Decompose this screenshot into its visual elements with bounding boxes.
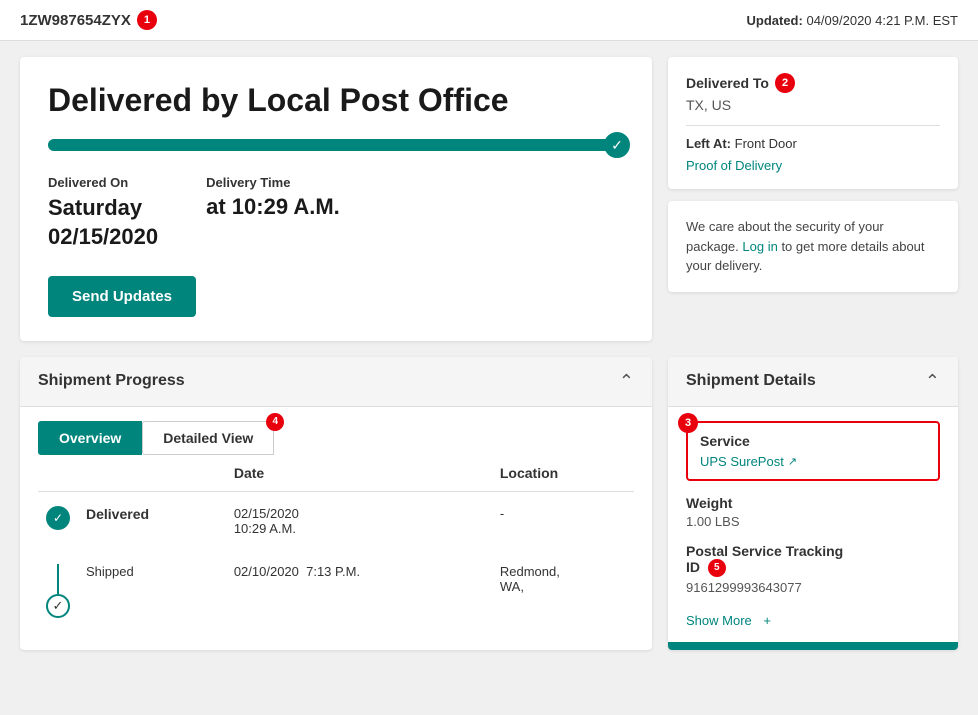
delivered-on-label: Delivered On — [48, 175, 158, 190]
collapse-details-icon[interactable]: ⌃ — [925, 371, 940, 392]
bottom-section: Shipment Progress ⌃ Overview Detailed Vi… — [0, 357, 978, 666]
external-link-icon: ↗ — [788, 455, 797, 468]
service-link[interactable]: UPS SurePost ↗ — [700, 454, 797, 469]
shipped-location: Redmond,WA, — [492, 550, 634, 632]
status-delivered: Delivered — [78, 491, 226, 550]
bottom-teal-bar — [668, 642, 958, 650]
col-status — [78, 455, 226, 492]
shipment-details-title: Shipment Details — [686, 372, 816, 390]
col-date: Date — [226, 455, 492, 492]
delivered-date: 02/15/202010:29 A.M. — [226, 491, 492, 550]
shipped-date: 02/10/2020 7:13 P.M. — [226, 550, 492, 632]
show-more-text: Show More — [686, 613, 752, 628]
tab-overview[interactable]: Overview — [38, 421, 142, 455]
weight-value: 1.00 LBS — [686, 514, 940, 529]
badge-5: 5 — [708, 559, 726, 577]
left-at-text: Left At: Front Door — [686, 136, 940, 151]
delivery-info-row: Delivered On Saturday02/15/2020 Delivery… — [48, 175, 624, 251]
delivered-to-card: Delivered To 2 TX, US Left At: Front Doo… — [668, 57, 958, 189]
step-icon-cell: ✓ — [38, 491, 78, 550]
delivery-time-label: Delivery Time — [206, 175, 340, 190]
postal-label-id: ID — [686, 559, 700, 575]
tab-detailed-view[interactable]: Detailed View — [142, 421, 274, 455]
postal-value: 9161299993643077 — [686, 580, 940, 595]
table-row: ✓ Delivered 02/15/202010:29 A.M. - — [38, 491, 634, 550]
updated-label: Updated: — [747, 13, 803, 28]
delivery-address: TX, US — [686, 97, 940, 113]
shipment-progress-header: Shipment Progress ⌃ — [20, 357, 652, 407]
tracking-number-wrap: 1ZW987654ZYX 1 — [20, 10, 157, 30]
plus-icon: + — [763, 613, 771, 628]
table-header-row: Date Location — [38, 455, 634, 492]
security-card: We care about the security of your packa… — [668, 201, 958, 292]
col-location: Location — [492, 455, 634, 492]
delivery-card: Delivered by Local Post Office ✓ Deliver… — [20, 57, 652, 341]
shipment-details-header: Shipment Details ⌃ — [668, 357, 958, 407]
left-at-label: Left At: — [686, 136, 731, 151]
tracking-number: 1ZW987654ZYX — [20, 12, 131, 29]
progress-bar-fill — [48, 139, 624, 151]
login-link[interactable]: Log in — [742, 239, 777, 254]
top-bar: 1ZW987654ZYX 1 Updated: 04/09/2020 4:21 … — [0, 0, 978, 41]
delivered-to-label: Delivered To — [686, 75, 769, 91]
service-label: Service — [700, 433, 926, 449]
postal-item: Postal Service Tracking ID 5 91612999936… — [686, 543, 940, 595]
main-layout: Delivered by Local Post Office ✓ Deliver… — [0, 41, 978, 357]
step-line — [57, 564, 59, 594]
status-shipped: Shipped — [78, 550, 226, 632]
delivery-date: Saturday02/15/2020 — [48, 194, 158, 251]
tab-bar: Overview Detailed View 4 — [20, 407, 652, 455]
tab-detailed-wrap: Detailed View 4 — [142, 421, 274, 455]
tab-badge-4: 4 — [266, 413, 284, 431]
security-text: We care about the security of your packa… — [686, 217, 940, 276]
collapse-progress-icon[interactable]: ⌃ — [619, 371, 634, 392]
left-at-value: Front Door — [735, 136, 797, 151]
weight-label: Weight — [686, 495, 940, 511]
tracking-table: Date Location ✓ Delivered 02/15/202010:2… — [38, 455, 634, 632]
proof-of-delivery-link[interactable]: Proof of Delivery — [686, 158, 782, 173]
delivery-time-col: Delivery Time at 10:29 A.M. — [206, 175, 340, 251]
show-more-link[interactable]: Show More + — [686, 613, 771, 628]
shipment-progress-title: Shipment Progress — [38, 372, 185, 390]
details-content: 3 Service UPS SurePost ↗ Weight 1.00 LBS… — [668, 407, 958, 642]
shipment-progress-panel: Shipment Progress ⌃ Overview Detailed Vi… — [20, 357, 652, 650]
badge-3: 3 — [678, 413, 698, 433]
col-icon — [38, 455, 78, 492]
delivered-label: Delivered — [86, 506, 149, 522]
badge-1: 1 — [137, 10, 157, 30]
delivered-step-icon: ✓ — [46, 506, 70, 530]
service-value: UPS SurePost — [700, 454, 784, 469]
progress-check-icon: ✓ — [604, 132, 630, 158]
updated-info: Updated: 04/09/2020 4:21 P.M. EST — [747, 13, 959, 28]
step-icon-cell-2: ✓ — [38, 550, 78, 632]
delivered-on-col: Delivered On Saturday02/15/2020 — [48, 175, 158, 251]
postal-label: Postal Service Tracking ID 5 — [686, 543, 940, 577]
badge-2: 2 — [775, 73, 795, 93]
send-updates-button[interactable]: Send Updates — [48, 276, 196, 317]
delivered-to-header: Delivered To 2 — [686, 73, 940, 93]
delivered-location: - — [492, 491, 634, 550]
divider — [686, 125, 940, 126]
delivery-time: at 10:29 A.M. — [206, 194, 340, 220]
table-row: ✓ Shipped 02/10/2020 7:13 P.M. Redmond,W… — [38, 550, 634, 632]
updated-value: 04/09/2020 4:21 P.M. EST — [806, 13, 958, 28]
right-sidebar: Delivered To 2 TX, US Left At: Front Doo… — [668, 57, 958, 341]
service-box: Service UPS SurePost ↗ — [686, 421, 940, 481]
weight-item: Weight 1.00 LBS — [686, 495, 940, 529]
tracking-table-wrap: Date Location ✓ Delivered 02/15/202010:2… — [20, 455, 652, 632]
shipped-step-icon: ✓ — [46, 594, 70, 618]
postal-label-text: Postal Service Tracking — [686, 543, 843, 559]
shipment-details-panel: Shipment Details ⌃ 3 Service UPS SurePos… — [668, 357, 958, 650]
delivery-title: Delivered by Local Post Office — [48, 81, 624, 119]
progress-bar: ✓ — [48, 139, 624, 151]
service-section: 3 Service UPS SurePost ↗ — [686, 421, 940, 481]
